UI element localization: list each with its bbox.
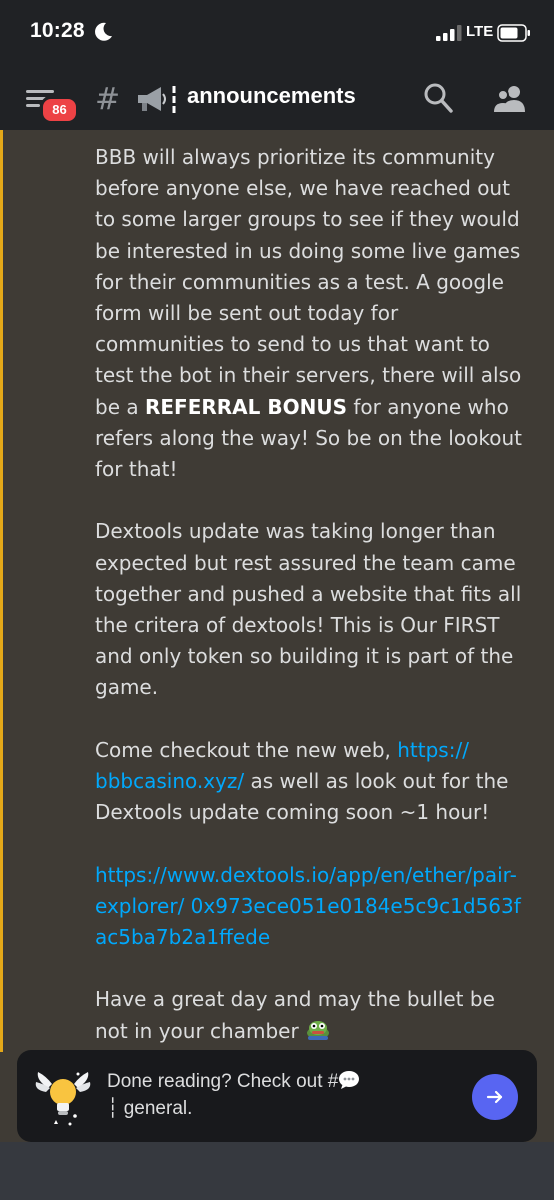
mention-highlight-bar [0, 130, 3, 1052]
members-icon[interactable] [493, 84, 527, 114]
message-paragraph-5: Have a great day and may the bullet be n… [95, 987, 495, 1043]
dextools-link[interactable]: https://www.dextools.io/app/en/ether/pai… [95, 863, 521, 949]
network-type: LTE [466, 23, 494, 40]
popup-channel-name[interactable]: ┆ general. [107, 1098, 192, 1119]
message-paragraph-3: Come checkout the new web, https:// bbbc… [95, 737, 509, 825]
status-time: 10:28 [30, 19, 85, 42]
status-bar: 10:28 LTE [0, 0, 554, 68]
message-paragraph-1: BBB will always prioritize its community… [95, 145, 522, 482]
arrow-right-icon [486, 1090, 503, 1104]
bottom-strip [0, 1142, 554, 1200]
megaphone-icon [138, 87, 166, 111]
message-paragraph-2: Dextools update was taking longer than e… [95, 519, 522, 700]
channel-separator-icon [172, 86, 176, 113]
popup-text: Done reading? Check out # ┆ general. [107, 1068, 387, 1122]
speech-bubble-icon [339, 1071, 360, 1089]
moon-icon [95, 22, 112, 41]
channel-name[interactable]: announcements [187, 83, 356, 109]
frog-emoji-icon [307, 1020, 330, 1040]
unread-badge: 86 [40, 96, 79, 124]
battery-icon [497, 24, 530, 42]
channel-hash-icon: # [95, 82, 121, 117]
winged-lightbulb-icon [35, 1072, 91, 1126]
go-to-channel-button[interactable] [472, 1074, 518, 1120]
search-icon[interactable] [423, 82, 453, 114]
message-body: BBB will always prioritize its community… [95, 142, 527, 1078]
bold-text: REFERRAL BONUS [144, 394, 347, 419]
channel-header: 86 # announcements [0, 68, 554, 130]
signal-icon [436, 25, 462, 41]
message-paragraph-4: https://www.dextools.io/app/en/ether/pai… [95, 860, 527, 954]
